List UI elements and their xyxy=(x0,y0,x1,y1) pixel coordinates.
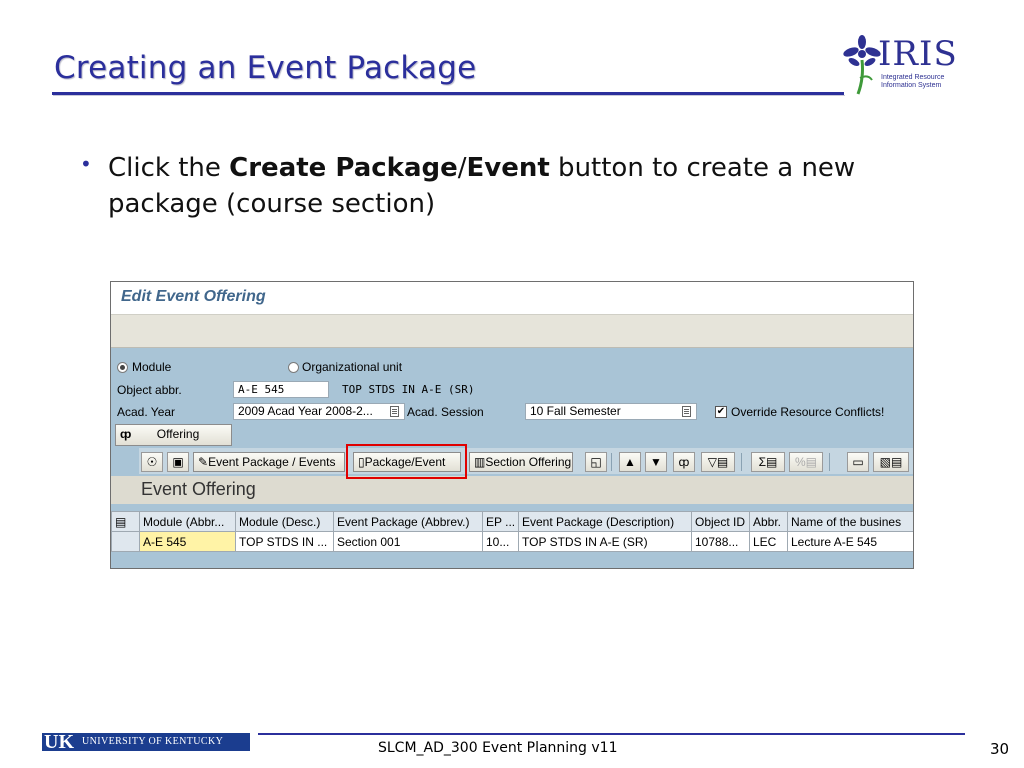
package-event-highlight-box xyxy=(346,444,467,479)
table-cell[interactable]: A-E 545 xyxy=(139,531,236,552)
footer-rule xyxy=(258,733,965,735)
event-package-events-label: Event Package / Events xyxy=(208,455,336,469)
column-header[interactable]: Abbr. xyxy=(749,511,788,532)
section-offering-button[interactable]: ▥Section Offering xyxy=(469,452,573,472)
module-radio[interactable] xyxy=(117,362,128,373)
slide-title: Creating an Event Package xyxy=(54,50,477,86)
iris-logo-subtitle: Integrated Resource Information System xyxy=(881,74,944,90)
find-icon[interactable]: ȹ xyxy=(673,452,695,472)
bullet-bold-event: Event xyxy=(466,153,550,183)
university-name: UNIVERSITY OF KENTUCKY xyxy=(82,736,224,747)
acad-session-input[interactable]: 10 Fall Semester xyxy=(525,403,697,420)
iris-flower-icon xyxy=(843,35,881,95)
offering-button[interactable]: ȹ Offering xyxy=(115,424,232,446)
column-header[interactable]: Object ID xyxy=(691,511,750,532)
pencil-icon: ✎ xyxy=(198,455,209,469)
table-cell[interactable]: 10... xyxy=(482,531,519,552)
filter-icon[interactable]: ▽▤ xyxy=(701,452,735,472)
iris-logo-sub2: Information System xyxy=(881,82,942,89)
save-icon[interactable]: ▣ xyxy=(167,452,189,472)
title-underline-shadow xyxy=(53,95,845,96)
bullet-slash: / xyxy=(457,153,467,183)
table-cell[interactable]: 10788... xyxy=(691,531,750,552)
page-number: 30 xyxy=(990,740,1010,758)
subtotal-icon[interactable]: %▤ xyxy=(789,452,823,472)
override-checkbox[interactable]: ✔ xyxy=(715,406,727,418)
select-all-icon[interactable]: ▤ xyxy=(111,511,140,532)
table-cell[interactable]: Lecture A-E 545 xyxy=(787,531,913,552)
bullet-text: Click the Create Package/Event button to… xyxy=(108,150,968,222)
offering-button-label: Offering xyxy=(156,427,200,441)
export-icon[interactable]: ▧▤ xyxy=(873,452,909,472)
sap-screenshot: Edit Event Offering Module Organizationa… xyxy=(110,281,914,569)
module-radio-label: Module xyxy=(132,360,172,374)
event-package-events-button[interactable]: ✎Event Package / Events xyxy=(193,452,345,472)
acad-year-f4-icon[interactable] xyxy=(390,406,399,417)
section-offering-label: Section Offering xyxy=(485,455,572,469)
org-unit-radio[interactable] xyxy=(288,362,299,373)
event-offering-panel-title: Event Offering xyxy=(141,479,256,499)
table-cell[interactable]: TOP STDS IN A-E (SR) xyxy=(518,531,692,552)
table-cell[interactable]: TOP STDS IN ... xyxy=(235,531,334,552)
bullet-bold-create-package: Create Package xyxy=(229,153,458,183)
column-header[interactable]: Module (Desc.) xyxy=(235,511,334,532)
sap-title-bar: Edit Event Offering xyxy=(111,282,913,314)
column-header[interactable]: Name of the busines xyxy=(787,511,913,532)
object-description: TOP STDS IN A-E (SR) xyxy=(342,383,475,396)
toolbar-separator xyxy=(611,453,612,471)
org-unit-radio-label: Organizational unit xyxy=(302,360,403,374)
event-offering-table: ▤ Module (Abbr... Module (Desc.) Event P… xyxy=(111,511,913,552)
acad-year-value: 2009 Acad Year 2008-2... xyxy=(238,404,373,418)
iris-logo-word: IRIS xyxy=(878,34,958,74)
table-cell[interactable]: LEC xyxy=(749,531,788,552)
table-cell[interactable]: Section 001 xyxy=(333,531,483,552)
column-header[interactable]: Event Package (Description) xyxy=(518,511,692,532)
override-label: Override Resource Conflicts! xyxy=(731,405,885,419)
toolbar-separator xyxy=(829,453,830,471)
sap-application-toolbar xyxy=(111,314,913,348)
column-header[interactable]: Event Package (Abbrev.) xyxy=(333,511,483,532)
object-abbr-label: Object abbr. xyxy=(117,383,182,397)
event-offering-panel-header: Event Offering xyxy=(111,476,913,504)
object-abbr-input[interactable]: A-E 545 xyxy=(233,381,329,398)
toolbar-separator xyxy=(741,453,742,471)
glasses-details-icon[interactable]: ☉ xyxy=(141,452,163,472)
footer-course-title: SLCM_AD_300 Event Planning v11 xyxy=(378,740,618,756)
university-of-kentucky-logo: UK UNIVERSITY OF KENTUCKY xyxy=(42,731,250,753)
table-header-row: ▤ Module (Abbr... Module (Desc.) Event P… xyxy=(111,511,913,532)
bullet-prefix: Click the xyxy=(108,153,230,183)
acad-session-value: 10 Fall Semester xyxy=(530,404,621,418)
row-selector[interactable] xyxy=(111,531,140,552)
acad-year-label: Acad. Year xyxy=(117,405,176,419)
column-header[interactable]: EP ... xyxy=(482,511,519,532)
table-row[interactable]: A-E 545 TOP STDS IN ... Section 001 10..… xyxy=(111,531,913,552)
uk-letters: UK xyxy=(44,731,74,753)
bullet-dot-icon: • xyxy=(80,152,92,176)
binoculars-icon: ȹ xyxy=(120,427,132,441)
sap-screen-title: Edit Event Offering xyxy=(121,288,266,305)
sort-ascending-icon[interactable]: ▲ xyxy=(619,452,641,472)
column-header[interactable]: Module (Abbr... xyxy=(139,511,236,532)
iris-logo-sub1: Integrated Resource xyxy=(881,74,945,81)
acad-session-f4-icon[interactable] xyxy=(682,406,691,417)
acad-year-input[interactable]: 2009 Acad Year 2008-2... xyxy=(233,403,405,420)
trash-icon: ▥ xyxy=(474,455,486,469)
iris-logo: IRIS Integrated Resource Information Sys… xyxy=(842,34,962,98)
sort-descending-icon[interactable]: ▼ xyxy=(645,452,667,472)
print-preview-icon[interactable]: ▭ xyxy=(847,452,869,472)
sum-icon[interactable]: Σ▤ xyxy=(751,452,785,472)
acad-session-label: Acad. Session xyxy=(407,405,484,419)
details-icon[interactable]: ◱ xyxy=(585,452,607,472)
